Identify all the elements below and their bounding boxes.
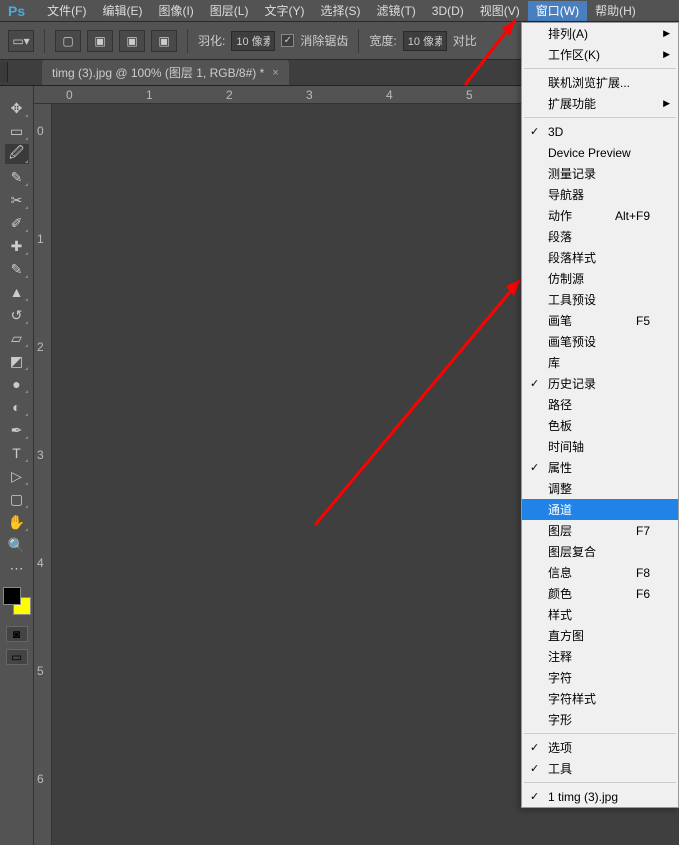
edit-toolbar-icon[interactable]: ⋯ xyxy=(5,558,29,578)
menu-item-仿制源[interactable]: 仿制源 xyxy=(522,268,678,289)
menu-图像[interactable]: 图像(I) xyxy=(150,1,201,21)
quick-mask-icon[interactable]: ◙ xyxy=(6,626,28,642)
marquee-tool-icon[interactable]: ▭ xyxy=(5,121,29,141)
width-input[interactable] xyxy=(403,31,447,51)
menu-编辑[interactable]: 编辑(E) xyxy=(94,1,150,21)
menubar: Ps 文件(F)编辑(E)图像(I)图层(L)文字(Y)选择(S)滤镜(T)3D… xyxy=(0,0,679,22)
close-tab-icon[interactable]: × xyxy=(272,67,278,79)
menu-item-样式[interactable]: 样式 xyxy=(522,604,678,625)
blur-tool-icon[interactable]: ● xyxy=(5,374,29,394)
menu-3D[interactable]: 3D(D) xyxy=(424,1,472,21)
menu-item-工具[interactable]: ✓工具 xyxy=(522,758,678,779)
pen-tool-icon[interactable]: ✒ xyxy=(5,420,29,440)
screen-mode-icon[interactable]: ▭ xyxy=(6,649,28,665)
menu-item-图层[interactable]: 图层F7 xyxy=(522,520,678,541)
menu-item-注释[interactable]: 注释 xyxy=(522,646,678,667)
window-menu-dropdown: 排列(A)▶工作区(K)▶ 联机浏览扩展...扩展功能▶ ✓3DDevice Pre… xyxy=(521,22,679,808)
menu-item-工具预设[interactable]: 工具预设 xyxy=(522,289,678,310)
brush-tool-icon[interactable]: ✎ xyxy=(5,259,29,279)
menu-item-通道[interactable]: 通道 xyxy=(522,499,678,520)
menu-item-字形[interactable]: 字形 xyxy=(522,709,678,730)
feather-input[interactable] xyxy=(231,31,275,51)
menu-item-动作[interactable]: 动作Alt+F9 xyxy=(522,205,678,226)
ps-logo: Ps xyxy=(8,3,25,19)
add-selection-icon[interactable]: ▣ xyxy=(87,30,113,52)
color-swatches[interactable] xyxy=(3,587,31,615)
menu-item-画笔预设[interactable]: 画笔预设 xyxy=(522,331,678,352)
menu-item-3D[interactable]: ✓3D xyxy=(522,121,678,142)
menu-item-颜色[interactable]: 颜色F6 xyxy=(522,583,678,604)
menu-item-段落[interactable]: 段落 xyxy=(522,226,678,247)
toolbox: ✥ ▭ 🖉 ✎ ✂ ✐ ✚ ✎ ▲ ↺ ▱ ◩ ● ◐ ✒ T ▷ ▢ ✋ 🔍 … xyxy=(0,86,34,845)
menu-图层[interactable]: 图层(L) xyxy=(202,1,257,21)
stamp-tool-icon[interactable]: ▲ xyxy=(5,282,29,302)
zoom-tool-icon[interactable]: 🔍 xyxy=(5,535,29,555)
menu-item-调整[interactable]: 调整 xyxy=(522,478,678,499)
intersect-selection-icon[interactable]: ▣ xyxy=(151,30,177,52)
menu-item-字符[interactable]: 字符 xyxy=(522,667,678,688)
tool-preset-icon[interactable]: ▭▾ xyxy=(8,30,34,52)
eyedropper-tool-icon[interactable]: ✐ xyxy=(5,213,29,233)
antialias-checkbox[interactable]: ✓ xyxy=(281,34,294,47)
healing-tool-icon[interactable]: ✚ xyxy=(5,236,29,256)
menu-item-库[interactable]: 库 xyxy=(522,352,678,373)
contrast-label: 对比 xyxy=(453,32,477,49)
gradient-tool-icon[interactable]: ◩ xyxy=(5,351,29,371)
menu-滤镜[interactable]: 滤镜(T) xyxy=(368,1,423,21)
menu-item-信息[interactable]: 信息F8 xyxy=(522,562,678,583)
menu-item-画笔[interactable]: 画笔F5 xyxy=(522,310,678,331)
menu-item-字符样式[interactable]: 字符样式 xyxy=(522,688,678,709)
eraser-tool-icon[interactable]: ▱ xyxy=(5,328,29,348)
document-tab-title: timg (3).jpg @ 100% (图层 1, RGB/8#) * xyxy=(52,64,264,81)
menu-item-选项[interactable]: ✓选项 xyxy=(522,737,678,758)
menu-item-属性[interactable]: ✓属性 xyxy=(522,457,678,478)
foreground-swatch[interactable] xyxy=(3,587,21,605)
menu-文字[interactable]: 文字(Y) xyxy=(256,1,312,21)
new-selection-icon[interactable]: ▢ xyxy=(55,30,81,52)
hand-tool-icon[interactable]: ✋ xyxy=(5,512,29,532)
menu-item-时间轴[interactable]: 时间轴 xyxy=(522,436,678,457)
menu-item-图层复合[interactable]: 图层复合 xyxy=(522,541,678,562)
menu-item-路径[interactable]: 路径 xyxy=(522,394,678,415)
menu-item-Device Preview[interactable]: Device Preview xyxy=(522,142,678,163)
menu-视图[interactable]: 视图(V) xyxy=(472,1,528,21)
antialias-label: 消除锯齿 xyxy=(300,32,348,49)
history-brush-tool-icon[interactable]: ↺ xyxy=(5,305,29,325)
feather-label: 羽化: xyxy=(198,32,225,49)
menu-item-导航器[interactable]: 导航器 xyxy=(522,184,678,205)
menu-窗口[interactable]: 窗口(W) xyxy=(528,1,587,21)
menu-item-扩展功能[interactable]: 扩展功能▶ xyxy=(522,93,678,114)
menu-文件[interactable]: 文件(F) xyxy=(39,1,94,21)
width-label: 宽度: xyxy=(369,32,396,49)
menu-帮助[interactable]: 帮助(H) xyxy=(587,1,644,21)
path-select-tool-icon[interactable]: ▷ xyxy=(5,466,29,486)
menu-item-直方图[interactable]: 直方图 xyxy=(522,625,678,646)
menu-item-历史记录[interactable]: ✓历史记录 xyxy=(522,373,678,394)
menu-item-测量记录[interactable]: 测量记录 xyxy=(522,163,678,184)
crop-tool-icon[interactable]: ✂ xyxy=(5,190,29,210)
menu-item-排列(A)[interactable]: 排列(A)▶ xyxy=(522,23,678,44)
shape-tool-icon[interactable]: ▢ xyxy=(5,489,29,509)
menu-item-段落样式[interactable]: 段落样式 xyxy=(522,247,678,268)
dodge-tool-icon[interactable]: ◐ xyxy=(5,397,29,417)
collapsed-panel-tab[interactable] xyxy=(0,62,8,82)
menu-选择[interactable]: 选择(S) xyxy=(312,1,368,21)
move-tool-icon[interactable]: ✥ xyxy=(5,98,29,118)
menu-item-工作区(K)[interactable]: 工作区(K)▶ xyxy=(522,44,678,65)
ruler-vertical: 0123456 xyxy=(34,104,52,845)
menu-item-色板[interactable]: 色板 xyxy=(522,415,678,436)
type-tool-icon[interactable]: T xyxy=(5,443,29,463)
menu-item-联机浏览扩展...[interactable]: 联机浏览扩展... xyxy=(522,72,678,93)
document-tab[interactable]: timg (3).jpg @ 100% (图层 1, RGB/8#) * × xyxy=(42,60,289,85)
menu-item-1 timg (3).jpg[interactable]: ✓1 timg (3).jpg xyxy=(522,786,678,807)
lasso-tool-icon[interactable]: 🖉 xyxy=(5,144,29,164)
quick-select-tool-icon[interactable]: ✎ xyxy=(5,167,29,187)
sub-selection-icon[interactable]: ▣ xyxy=(119,30,145,52)
